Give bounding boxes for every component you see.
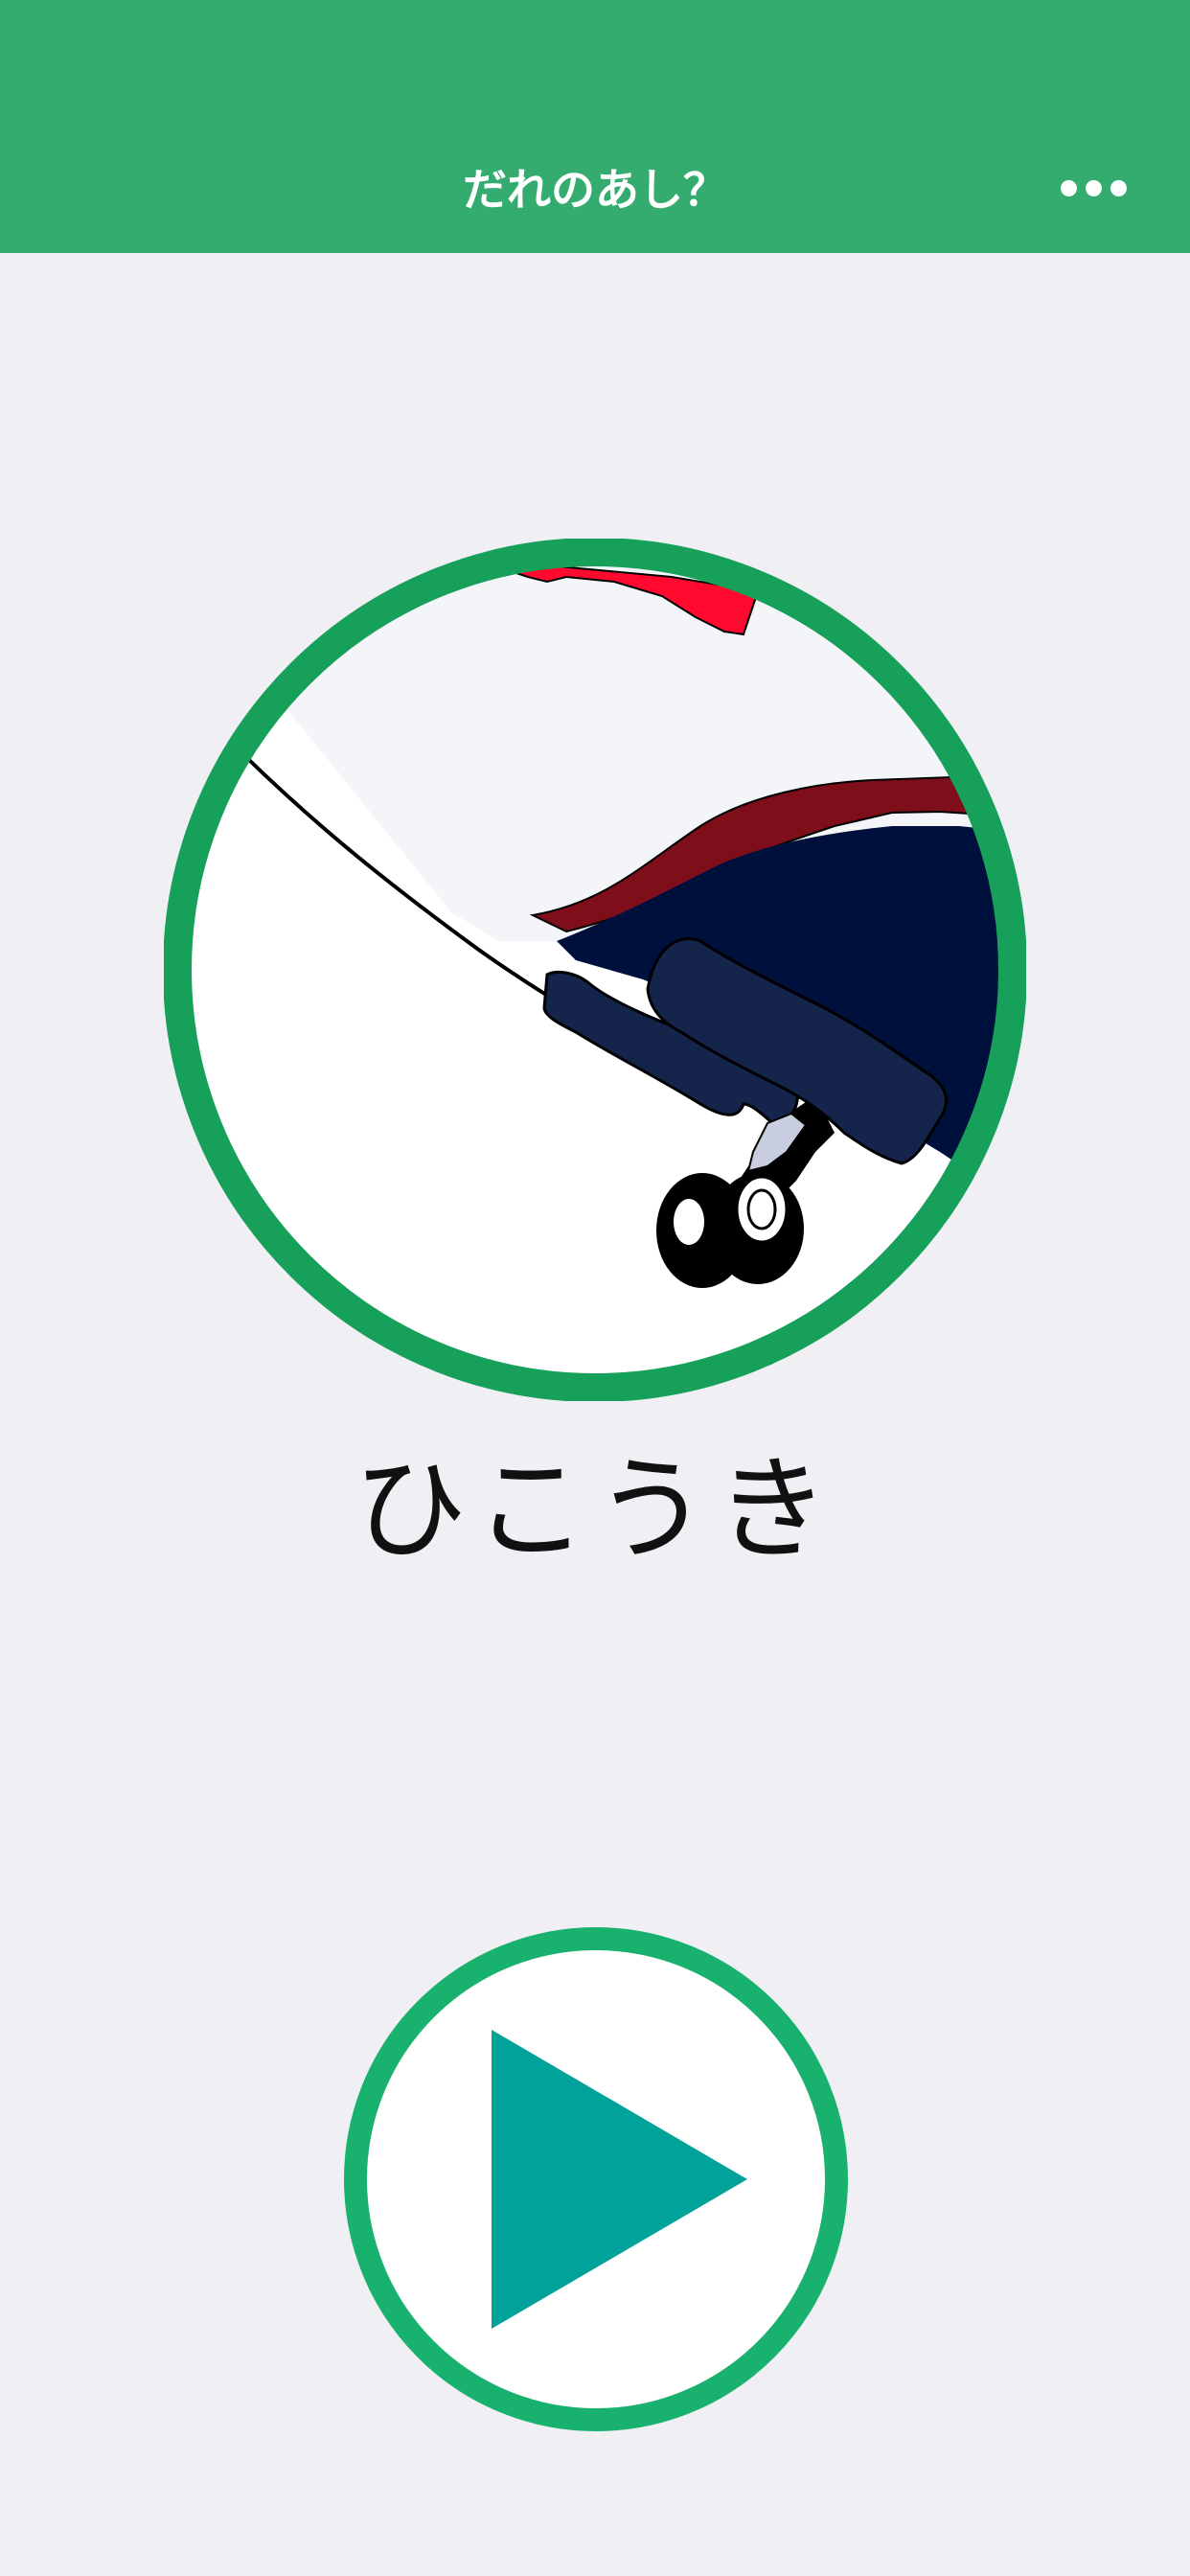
- ellipsis-icon-dot: [1060, 179, 1077, 196]
- play-button[interactable]: [343, 1926, 849, 2432]
- more-options-button[interactable]: [1041, 153, 1146, 222]
- play-icon: [344, 1927, 848, 2431]
- airplane-landing-gear-picture: [164, 539, 1026, 1401]
- ellipsis-icon-dot: [1085, 179, 1102, 196]
- ellipsis-icon-dot: [1110, 179, 1127, 196]
- quiz-picture: [164, 539, 1026, 1401]
- answer-label: ひこうき: [353, 1443, 836, 1576]
- page-title: だれのあし？: [463, 164, 727, 216]
- nav-bar: だれのあし？: [0, 0, 1190, 253]
